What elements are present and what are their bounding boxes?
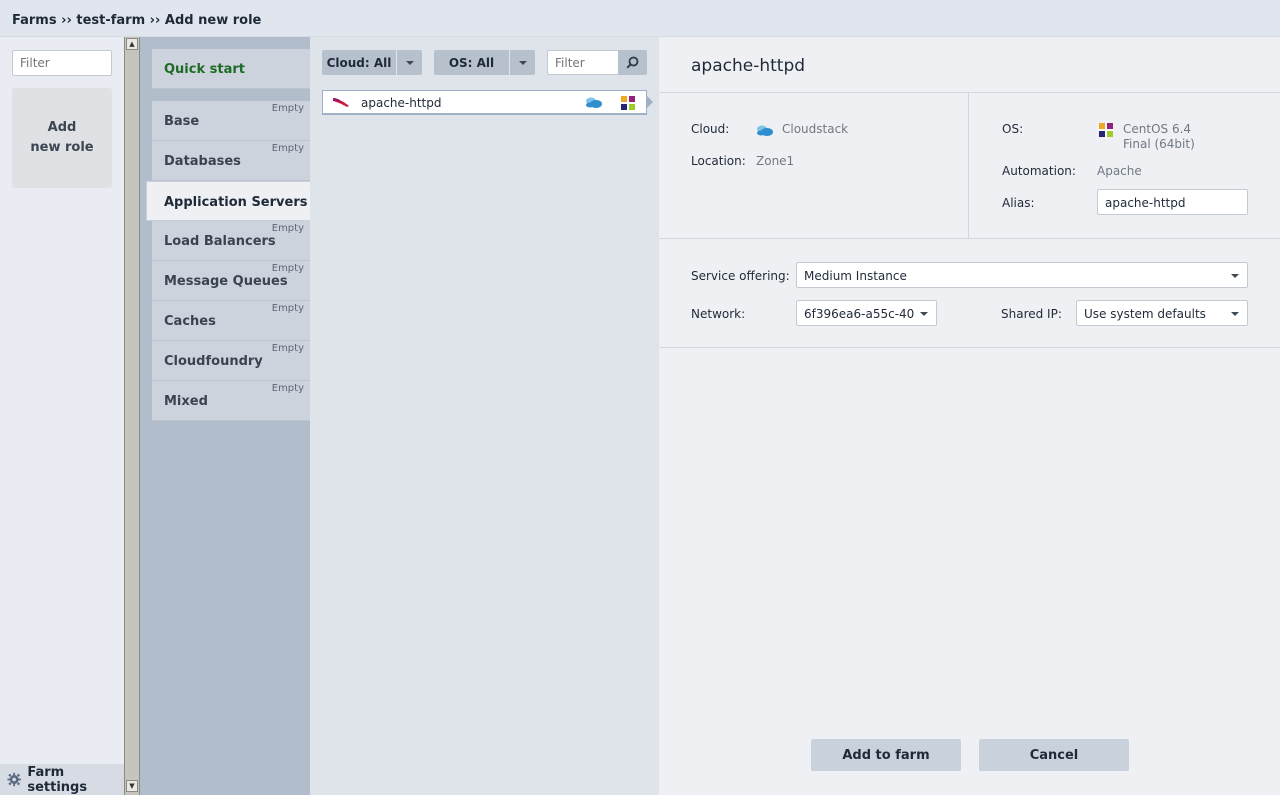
empty-badge: Empty: [271, 303, 304, 314]
gear-icon: [7, 772, 21, 787]
os-filter-label: OS: All: [434, 50, 510, 75]
top-bar: Farms ›› test-farm ›› Add new role: [0, 0, 1280, 37]
service-offering-select[interactable]: Medium Instance: [796, 262, 1248, 288]
network-select[interactable]: 6f396ea6-a55c-40: [796, 300, 937, 326]
cloud-value: Cloudstack: [782, 122, 849, 136]
search-button[interactable]: [618, 50, 647, 75]
role-details-panel: apache-httpd Cloud: Cloudstack Location:…: [659, 37, 1280, 795]
category-mixed[interactable]: Mixed Empty: [152, 381, 310, 421]
divider: [659, 238, 1280, 239]
category-cloudfoundry[interactable]: Cloudfoundry Empty: [152, 341, 310, 381]
add-role-label-line2: new role: [30, 140, 94, 155]
alias-input[interactable]: apache-httpd: [1097, 189, 1248, 215]
os-value-line1: CentOS 6.4: [1123, 122, 1192, 136]
category-application-servers[interactable]: Application Servers: [146, 181, 310, 221]
chevron-down-icon: [1231, 274, 1239, 278]
os-label: OS:: [1002, 122, 1024, 136]
category-label: Databases: [164, 154, 241, 169]
location-value: Zone1: [756, 154, 795, 168]
search-icon: [626, 56, 639, 69]
category-label: Application Servers: [164, 195, 308, 210]
network-value: 6f396ea6-a55c-40: [804, 307, 915, 321]
chevron-down-icon: [920, 312, 928, 316]
service-offering-value: Medium Instance: [804, 269, 907, 283]
category-label: Base: [164, 114, 200, 129]
alias-value: apache-httpd: [1105, 196, 1186, 210]
chevron-down-icon[interactable]: [510, 50, 535, 75]
shared-ip-value: Use system defaults: [1084, 307, 1206, 321]
cloudstack-icon: [757, 125, 773, 136]
role-list-item[interactable]: apache-httpd: [322, 90, 647, 115]
breadcrumb-current: Add new role: [164, 13, 262, 28]
network-label: Network:: [691, 307, 746, 321]
add-to-farm-button[interactable]: Add to farm: [811, 739, 961, 771]
category-load-balancers[interactable]: Load Balancers Empty: [152, 221, 310, 261]
alias-label: Alias:: [1002, 196, 1035, 210]
breadcrumb-separator: ››: [61, 13, 72, 28]
category-caches[interactable]: Caches Empty: [152, 301, 310, 341]
role-filter-input[interactable]: [547, 50, 619, 75]
category-message-queues[interactable]: Message Queues Empty: [152, 261, 310, 301]
cloudstack-icon: [586, 97, 602, 108]
scroll-down-button[interactable]: ▼: [126, 780, 138, 792]
cloud-filter-dropdown[interactable]: Cloud: All: [322, 50, 422, 75]
shared-ip-select[interactable]: Use system defaults: [1076, 300, 1248, 326]
role-list-panel: Cloud: All OS: All apache-httpd: [310, 37, 659, 795]
category-label: Load Balancers: [164, 234, 276, 249]
category-panel: Quick start Base Empty Databases Empty A…: [140, 37, 310, 795]
shared-ip-label: Shared IP:: [1001, 307, 1062, 321]
role-title: apache-httpd: [691, 56, 806, 76]
category-label: Cloudfoundry: [164, 354, 263, 369]
empty-badge: Empty: [271, 143, 304, 154]
farm-settings-button[interactable]: Farm settings: [0, 764, 124, 795]
cloud-label: Cloud:: [691, 122, 730, 136]
automation-label: Automation:: [1002, 164, 1076, 178]
apache-feather-icon: [333, 98, 349, 107]
vertical-divider: [968, 93, 969, 238]
chevron-down-icon[interactable]: [397, 50, 422, 75]
empty-badge: Empty: [271, 103, 304, 114]
category-base[interactable]: Base Empty: [152, 101, 310, 141]
os-value-line2: Final (64bit): [1123, 137, 1195, 151]
os-filter-dropdown[interactable]: OS: All: [434, 50, 535, 75]
breadcrumb-test-farm[interactable]: test-farm: [76, 13, 145, 28]
chevron-down-icon: [1231, 312, 1239, 316]
breadcrumb-separator: ››: [149, 13, 161, 28]
centos-icon: [619, 94, 637, 112]
empty-badge: Empty: [271, 223, 304, 234]
cancel-button[interactable]: Cancel: [979, 739, 1129, 771]
empty-badge: Empty: [271, 383, 304, 394]
add-new-role-button[interactable]: Add new role: [12, 88, 112, 188]
roles-filter-input[interactable]: [12, 50, 112, 76]
location-label: Location:: [691, 154, 746, 168]
farm-settings-label: Farm settings: [27, 764, 88, 795]
add-role-label-line1: Add: [47, 120, 77, 135]
centos-icon: [1097, 121, 1115, 139]
empty-badge: Empty: [271, 263, 304, 274]
automation-value: Apache: [1097, 164, 1142, 178]
divider: [659, 92, 1280, 93]
vertical-scrollbar[interactable]: ▲ ▼: [124, 37, 140, 795]
category-label: Quick start: [164, 62, 245, 77]
category-quick-start[interactable]: Quick start: [152, 49, 310, 89]
category-label: Message Queues: [164, 274, 288, 289]
scroll-up-button[interactable]: ▲: [126, 38, 138, 50]
category-databases[interactable]: Databases Empty: [152, 141, 310, 181]
category-label: Mixed: [164, 394, 208, 409]
service-offering-label: Service offering:: [691, 269, 790, 283]
breadcrumb-farms[interactable]: Farms: [12, 13, 57, 28]
cloud-filter-label: Cloud: All: [322, 50, 397, 75]
selection-pointer: [647, 96, 653, 108]
empty-badge: Empty: [271, 343, 304, 354]
divider: [659, 347, 1280, 348]
farm-roles-panel: Add new role Farm settings: [0, 37, 124, 795]
category-label: Caches: [164, 314, 216, 329]
role-name: apache-httpd: [361, 96, 442, 110]
breadcrumb: Farms ›› test-farm ›› Add new role: [12, 13, 261, 28]
